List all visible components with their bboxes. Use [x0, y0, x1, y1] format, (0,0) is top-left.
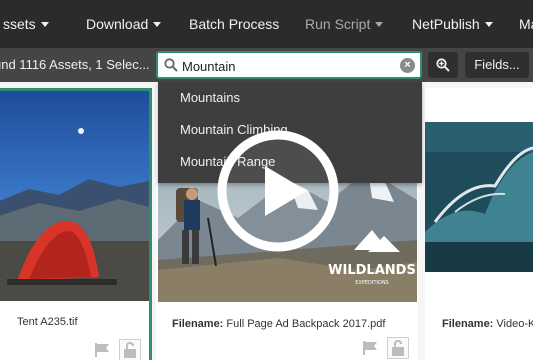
asset-filename: Filename: Full Page Ad Backpack 2017.pdf [172, 318, 386, 330]
chevron-down-icon [484, 22, 493, 27]
nav-more-label: Ma [519, 16, 533, 32]
nav-assets-label: ssets [3, 16, 36, 32]
tent-image [0, 91, 149, 301]
top-nav-bar: ssets Download Batch Process Run Script … [0, 0, 533, 48]
asset-card[interactable]: Tent A235.tif [0, 88, 152, 360]
asset-card[interactable]: Filename: Video-K [425, 88, 533, 360]
lock-button[interactable] [387, 337, 409, 359]
chevron-down-icon [40, 22, 49, 27]
zoom-button[interactable] [428, 52, 458, 78]
lock-button[interactable] [119, 339, 141, 360]
suggestion-item[interactable]: Mountains [180, 88, 240, 108]
result-count: und 1116 Assets, 1 Selec... [0, 57, 150, 72]
nav-download-label: Download [86, 16, 149, 32]
search-icon [164, 58, 178, 72]
nav-run-script-menu[interactable]: Run Script [305, 0, 384, 48]
asset-thumbnail[interactable] [0, 91, 149, 301]
search-field[interactable]: × [156, 51, 422, 79]
nav-assets-menu[interactable]: ssets [3, 0, 49, 48]
search-toolbar: und 1116 Assets, 1 Selec... × Fields... [0, 48, 533, 82]
nav-run-script-label: Run Script [305, 16, 371, 32]
nav-batch-process[interactable]: Batch Process [189, 0, 279, 48]
search-input[interactable] [182, 56, 392, 76]
chevron-down-icon [153, 22, 162, 27]
flag-icon[interactable] [94, 343, 110, 357]
nav-netpublish-label: NetPublish [412, 16, 480, 32]
nav-more-menu[interactable]: Ma [519, 0, 533, 48]
flag-icon[interactable] [362, 341, 378, 355]
wildlands-logo-subtitle: EXPEDITIONS [355, 280, 388, 286]
lock-icon [392, 339, 404, 356]
play-icon[interactable] [215, 128, 341, 254]
zoom-in-icon [436, 58, 450, 72]
wave-image [425, 122, 533, 272]
nav-batch-process-label: Batch Process [189, 16, 280, 32]
chevron-down-icon [375, 22, 384, 27]
nav-netpublish-menu[interactable]: NetPublish [412, 0, 493, 48]
nav-download-menu[interactable]: Download [86, 0, 162, 48]
asset-thumbnail[interactable] [425, 122, 533, 272]
asset-filename: Tent A235.tif [17, 316, 78, 328]
asset-filename: Filename: Video-K [442, 318, 533, 330]
lock-icon [124, 341, 136, 358]
clear-search-icon[interactable]: × [400, 58, 415, 73]
fields-button[interactable]: Fields... [465, 52, 529, 78]
wildlands-logo-title: WILDLANDS [328, 263, 416, 278]
